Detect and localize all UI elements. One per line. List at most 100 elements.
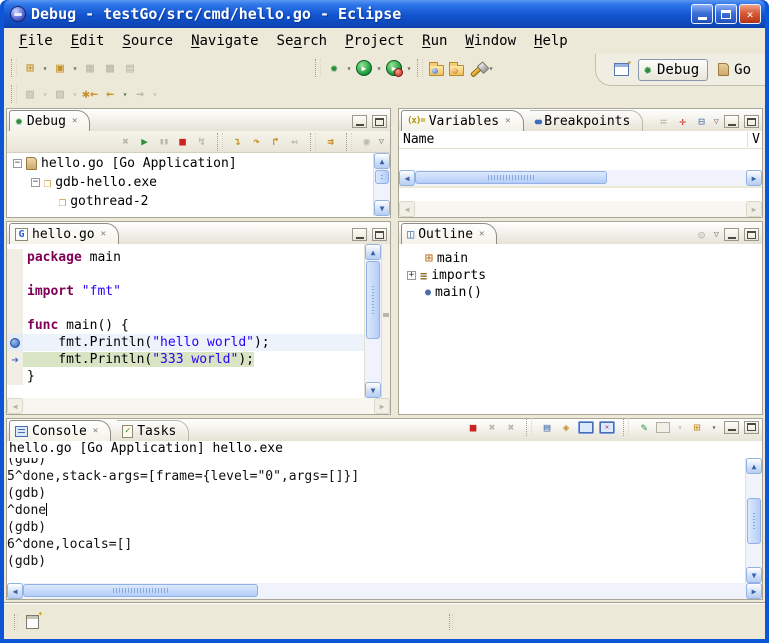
perspective-debug-button[interactable]: ✹ Debug	[638, 59, 709, 81]
console-text-area[interactable]: (gdb) 5^done,stack-args=[frame={level="0…	[7, 458, 745, 583]
clear-console-button[interactable]: ▤	[540, 421, 554, 434]
titlebar[interactable]: Debug - testGo/src/cmd/hello.go - Eclips…	[4, 0, 765, 28]
window-close-button[interactable]: ✕	[739, 4, 761, 24]
menu-file[interactable]: File	[10, 31, 62, 51]
collapse-expander-icon[interactable]: −	[31, 178, 40, 187]
name-column-label[interactable]: Name	[403, 132, 434, 147]
run-launch-button[interactable]: ▶	[354, 57, 374, 79]
open-perspective-button[interactable]	[612, 59, 632, 81]
menu-help[interactable]: Help	[525, 31, 577, 51]
debug-minimize-button[interactable]	[352, 115, 367, 128]
open-resource-button[interactable]	[446, 57, 466, 79]
new-project-button[interactable]: ▣	[50, 57, 70, 79]
variables-detail-pane[interactable]	[399, 188, 762, 201]
variables-tab-close-icon[interactable]: ✕	[505, 116, 510, 126]
show-stdout-button[interactable]	[578, 421, 594, 434]
show-type-names-button[interactable]: ≔	[657, 115, 671, 128]
overview-ruler[interactable]	[381, 244, 390, 398]
menu-source[interactable]: Source	[113, 31, 182, 51]
breakpoint-icon[interactable]	[10, 338, 20, 348]
display-console-button[interactable]	[656, 422, 670, 433]
back-dropdown[interactable]: ▾	[120, 83, 130, 105]
toolbar-grip[interactable]	[315, 59, 321, 77]
use-step-filters-button[interactable]: ⇉	[324, 135, 338, 148]
tree-item-partial[interactable]: ❒	[7, 211, 373, 216]
outline-item-main-func[interactable]: ● main()	[399, 284, 762, 301]
tab-hello-go[interactable]: G hello.go ✕	[9, 223, 119, 244]
outline-focus-button[interactable]: ◎	[695, 228, 709, 241]
print-button[interactable]: ▤	[120, 57, 140, 79]
variables-minimize-button[interactable]	[724, 115, 739, 128]
toolbar-grip[interactable]	[11, 59, 17, 77]
debug-view-menu-icon[interactable]: ▽	[379, 137, 384, 147]
variables-detail-hscrollbar[interactable]: ◀ ▶	[399, 201, 762, 217]
outline-maximize-button[interactable]	[744, 228, 759, 241]
tree-item-thread[interactable]: ❒ gothread-2	[7, 192, 373, 211]
save-all-button[interactable]: ▩	[100, 57, 120, 79]
new-wizard-button[interactable]: ⊞	[20, 57, 40, 79]
last-edit-location-button[interactable]: ✱←	[80, 83, 100, 105]
forward-dropdown[interactable]: ▾	[150, 83, 160, 105]
toolbar-grip[interactable]	[11, 85, 17, 103]
code-area[interactable]: package main import "fmt" func main() { …	[7, 244, 364, 398]
console-hscrollbar[interactable]: ◀ ▶	[7, 583, 762, 599]
open-console-dropdown[interactable]: ▾	[709, 416, 719, 438]
variables-hscrollbar[interactable]: ◀ ▶	[399, 170, 762, 186]
forward-button[interactable]: →	[130, 83, 150, 105]
menu-window[interactable]: Window	[456, 31, 525, 51]
collapse-expander-icon[interactable]: −	[13, 159, 22, 168]
tab-tasks[interactable]: ✓ Tasks	[117, 420, 189, 441]
open-console-button[interactable]: ⊞	[690, 421, 704, 434]
variables-maximize-button[interactable]	[744, 115, 759, 128]
external-tools-dropdown[interactable]: ▾	[404, 57, 414, 79]
editor-maximize-button[interactable]	[372, 228, 387, 241]
variables-tree-empty[interactable]	[399, 149, 762, 170]
disconnect-button[interactable]: ↯	[195, 135, 209, 148]
suspend-button[interactable]: ▮▮	[157, 137, 171, 147]
tree-item-launch[interactable]: − hello.go [Go Application]	[7, 154, 373, 173]
debug-launch-button[interactable]: ✹	[324, 57, 344, 79]
search-button[interactable]	[466, 57, 486, 79]
menu-run[interactable]: Run	[413, 31, 456, 51]
next-annotation-button[interactable]: ▨	[20, 83, 40, 105]
variables-view-menu-icon[interactable]: ▽	[714, 117, 719, 127]
step-return-button[interactable]: ↱	[269, 135, 283, 148]
new-project-dropdown[interactable]: ▾	[70, 57, 80, 79]
show-stderr-button[interactable]: ✕	[599, 421, 615, 434]
debug-tab-close-icon[interactable]: ✕	[72, 116, 77, 126]
debug-settings-button[interactable]: ◉	[360, 135, 374, 148]
expand-expander-icon[interactable]: +	[407, 271, 416, 280]
editor-tab-close-icon[interactable]: ✕	[101, 229, 106, 239]
add-variables-button[interactable]: ✛	[676, 115, 690, 128]
window-minimize-button[interactable]	[691, 4, 713, 24]
toolbar-grip[interactable]	[417, 59, 423, 77]
display-console-dropdown[interactable]: ▾	[675, 416, 685, 438]
terminate-button[interactable]: ■	[176, 135, 190, 148]
remove-all-terminated-button[interactable]: ✖	[119, 135, 133, 148]
back-button[interactable]: ←	[100, 83, 120, 105]
new-wizard-dropdown[interactable]: ▾	[40, 57, 50, 79]
console-vscrollbar[interactable]: ▲ ▼	[745, 458, 762, 583]
external-tools-button[interactable]: ▶	[384, 57, 404, 79]
step-into-button[interactable]: ↴	[231, 135, 245, 148]
value-column-label[interactable]: V	[747, 132, 762, 147]
save-button[interactable]: ▦	[80, 57, 100, 79]
drop-to-frame-button[interactable]: ↤	[288, 135, 302, 148]
menu-navigate[interactable]: Navigate	[182, 31, 267, 51]
previous-annotation-dropdown[interactable]: ▾	[70, 83, 80, 105]
tab-variables[interactable]: (x)= Variables ✕	[401, 110, 524, 131]
remove-all-launches-button[interactable]: ✖	[504, 421, 518, 434]
resume-button[interactable]: ▶	[138, 135, 152, 148]
overview-marker[interactable]	[383, 313, 389, 317]
run-launch-dropdown[interactable]: ▾	[374, 57, 384, 79]
open-task-button[interactable]	[426, 57, 446, 79]
pin-console-button[interactable]: ✎	[637, 421, 651, 434]
tab-breakpoints[interactable]: ●● Breakpoints	[530, 110, 644, 131]
tab-outline[interactable]: ◫ Outline ✕	[401, 223, 497, 244]
tab-debug[interactable]: ✹ Debug ✕	[9, 110, 90, 131]
previous-annotation-button[interactable]: ▧	[50, 83, 70, 105]
step-over-button[interactable]: ↷	[250, 135, 264, 148]
scroll-lock-button[interactable]: ◈	[559, 421, 573, 434]
outline-view-menu-icon[interactable]: ▽	[714, 230, 719, 240]
menu-search[interactable]: Search	[268, 31, 337, 51]
